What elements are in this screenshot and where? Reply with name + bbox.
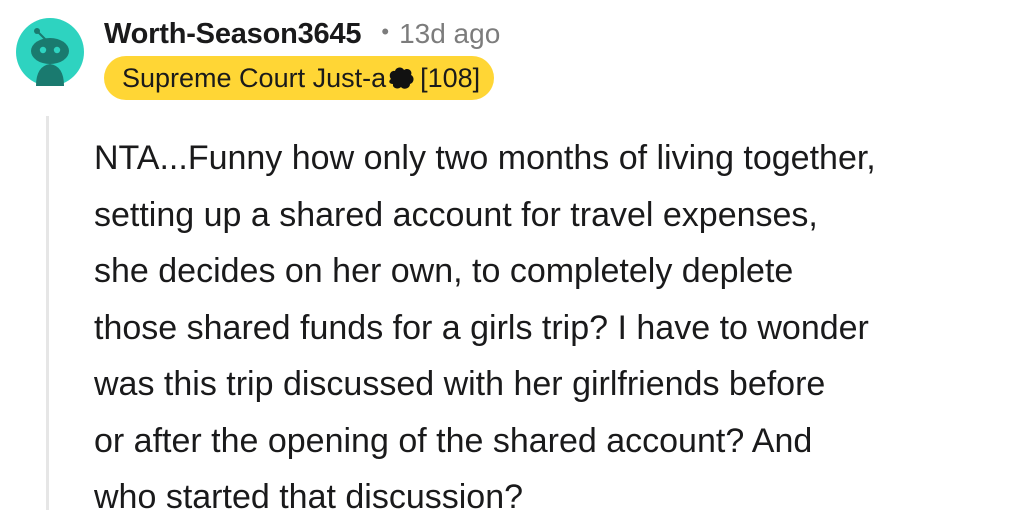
comment-body: NTA...Funny how only two months of livin… [94,130,1004,526]
comment-text-line: or after the opening of the shared accou… [94,421,813,460]
comment-text-line: who started that discussion? [94,478,524,516]
comment-text-line: was this trip discussed with her girlfri… [94,365,826,403]
comment-text-line: she decides on her own, to completely de… [94,252,794,290]
comment-text-line: NTA...Funny how only two months of livin… [94,139,876,177]
user-flair: Supreme Court Just-a [108] [104,56,495,100]
thread-line[interactable] [46,116,49,510]
flair-text-end: [108] [420,62,481,93]
username-link[interactable]: Worth-Season3645 [104,18,362,51]
flair-text-start: Supreme Court Just-a [122,62,387,93]
separator-dot: • [381,19,390,44]
snoo-avatar-icon [31,28,69,86]
timestamp[interactable]: 13d ago [399,18,500,50]
comment-header: Worth-Season3645 • 13d ago [104,14,500,54]
avatar[interactable] [16,18,84,86]
comment-text-line: setting up a shared account for travel e… [94,195,818,234]
comment-text-line: those shared funds for a girls trip? I h… [94,308,869,347]
redaction-blob-icon [386,65,416,91]
